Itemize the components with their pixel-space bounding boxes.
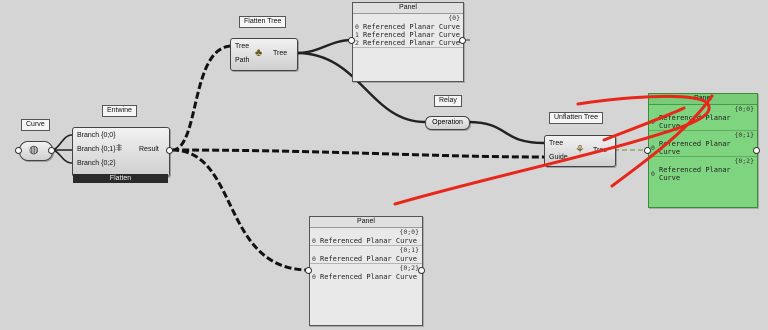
- panel-right-title: Panel: [649, 94, 757, 105]
- entwine-input-branch-0[interactable]: Branch {0;0}: [77, 131, 116, 141]
- curve-output-grip[interactable]: [48, 147, 55, 154]
- item-index: 0: [312, 273, 316, 281]
- item-text: Referenced Planar Curve: [320, 237, 417, 245]
- branch-item: 0 Referenced Planar Curve: [649, 166, 757, 182]
- item-text: Referenced Planar Curve: [320, 273, 417, 281]
- item-index: 1: [355, 31, 359, 39]
- item-index: 0: [312, 255, 316, 263]
- entwine-output-result[interactable]: Result: [139, 145, 159, 155]
- flatten-tree-component[interactable]: Tree Path ♣ Tree: [230, 38, 298, 71]
- panel-top-branch-path: {0}: [448, 14, 460, 22]
- flatten-tree-icon: ♣: [255, 47, 263, 59]
- item-index: 0: [651, 170, 655, 178]
- curve-tag-label: Curve: [26, 121, 45, 128]
- branch-item: 0 Referenced Planar Curve: [310, 237, 422, 245]
- item-index: 0: [355, 23, 359, 31]
- item-index: 0: [651, 144, 655, 152]
- relay-component[interactable]: Operation: [425, 116, 470, 130]
- panel-right[interactable]: Panel {0;0} 0 Referenced Planar Curve {0…: [648, 93, 758, 208]
- panel-bottom-output-grip[interactable]: [418, 267, 425, 274]
- curve-input-grip[interactable]: [15, 147, 22, 154]
- branch-item: 0 Referenced Planar Curve: [310, 273, 422, 281]
- item-index: 0: [651, 118, 655, 126]
- entwine-input-branch-1[interactable]: Branch {0;1}: [77, 145, 116, 155]
- branch-path: {0;0}: [399, 228, 419, 236]
- entwine-output-grip[interactable]: [166, 147, 173, 154]
- unflatten-output-tree[interactable]: Tree: [593, 146, 607, 156]
- item-text: Referenced Planar Curve: [363, 23, 460, 31]
- item-text: Referenced Planar Curve: [320, 255, 417, 263]
- branch-item: 0 Referenced Planar Curve: [649, 114, 757, 130]
- panel-bottom[interactable]: Panel {0;0} 0 Referenced Planar Curve {0…: [309, 216, 423, 326]
- branch-item: 0 Referenced Planar Curve: [310, 255, 422, 263]
- wire-entwine-to-bottom-panel: [171, 148, 310, 272]
- panel-bottom-branch-2: {0;2} 0 Referenced Planar Curve: [310, 264, 422, 281]
- flatten-tree-tag-label: Flatten Tree: [244, 18, 282, 25]
- unflatten-tree-tag: Unflatten Tree: [549, 112, 603, 124]
- entwine-icon: ⩨: [116, 142, 123, 154]
- flatten-input-path[interactable]: Path: [235, 56, 249, 66]
- panel-right-branch-0: {0;0} 0 Referenced Planar Curve: [649, 105, 757, 131]
- panel-top[interactable]: Panel {0} 0 Referenced Planar Curve 1 Re…: [352, 2, 464, 82]
- entwine-input-branch-2[interactable]: Branch {0;2}: [77, 159, 116, 169]
- unflatten-tree-component[interactable]: Tree Guide ⚘ Tree: [544, 135, 616, 167]
- curve-param-icon: ◍: [29, 144, 39, 156]
- flatten-input-tree[interactable]: Tree: [235, 42, 249, 52]
- panel-top-item-1: 1 Referenced Planar Curve: [353, 31, 463, 39]
- panel-right-input-grip[interactable]: [644, 147, 651, 154]
- entwine-flatten-footer: Flatten: [73, 174, 168, 183]
- panel-bottom-title: Panel: [310, 217, 422, 228]
- wire-entwine-to-flatten: [171, 44, 233, 152]
- panel-bottom-branch-1: {0;1} 0 Referenced Planar Curve: [310, 246, 422, 264]
- unflatten-input-guide[interactable]: Guide: [549, 153, 568, 163]
- branch-path: {0;1}: [399, 246, 419, 254]
- relay-label: Operation: [432, 119, 463, 126]
- item-text: Referenced Planar Curve: [363, 39, 460, 47]
- panel-top-item-0: 0 Referenced Planar Curve: [353, 23, 463, 31]
- panel-bottom-branch-0: {0;0} 0 Referenced Planar Curve: [310, 228, 422, 246]
- wire-entwine-to-unflatten-guide: [171, 148, 545, 159]
- curve-tag: Curve: [21, 119, 50, 131]
- panel-top-input-grip[interactable]: [348, 37, 355, 44]
- panel-top-branch-0: {0} 0 Referenced Planar Curve 1 Referenc…: [353, 14, 463, 48]
- panel-top-output-grip[interactable]: [459, 37, 466, 44]
- unflatten-input-tree[interactable]: Tree: [549, 139, 563, 149]
- panel-top-item-2: 2 Referenced Planar Curve: [353, 39, 463, 47]
- item-text: Referenced Planar Curve: [659, 166, 731, 182]
- branch-path: {0;1}: [734, 131, 754, 139]
- panel-top-title: Panel: [353, 3, 463, 14]
- branch-item: 0 Referenced Planar Curve: [649, 140, 757, 156]
- panel-right-branch-2: {0;2} 0 Referenced Planar Curve: [649, 157, 757, 182]
- item-index: 2: [355, 39, 359, 47]
- wire-flatten-to-top-panel: [296, 38, 353, 55]
- panel-right-output-grip[interactable]: [753, 147, 760, 154]
- grasshopper-canvas[interactable]: Curve ◍ Entwine Branch {0;0} Branch {0;1…: [0, 0, 768, 330]
- flatten-tree-tag: Flatten Tree: [239, 16, 287, 28]
- item-text: Referenced Planar Curve: [363, 31, 460, 39]
- entwine-tag-label: Entwine: [107, 107, 132, 114]
- branch-path: {0;0}: [734, 105, 754, 113]
- item-index: 0: [312, 237, 316, 245]
- branch-path: {0;2}: [734, 157, 754, 165]
- entwine-component[interactable]: Branch {0;0} Branch {0;1} Branch {0;2} ⩨…: [72, 127, 170, 177]
- item-text: Referenced Planar Curve: [659, 114, 731, 130]
- entwine-tag: Entwine: [102, 105, 137, 117]
- item-text: Referenced Planar Curve: [659, 140, 731, 156]
- panel-bottom-input-grip[interactable]: [305, 267, 312, 274]
- branch-path: {0;2}: [399, 264, 419, 272]
- unflatten-tree-tag-label: Unflatten Tree: [554, 114, 598, 121]
- wire-relay-to-unflatten: [467, 120, 545, 145]
- relay-tag: Relay: [434, 95, 462, 107]
- unflatten-tree-icon: ⚘: [575, 144, 585, 156]
- relay-tag-label: Relay: [439, 97, 457, 104]
- flatten-output-tree[interactable]: Tree: [273, 49, 287, 59]
- panel-right-branch-1: {0;1} 0 Referenced Planar Curve: [649, 131, 757, 157]
